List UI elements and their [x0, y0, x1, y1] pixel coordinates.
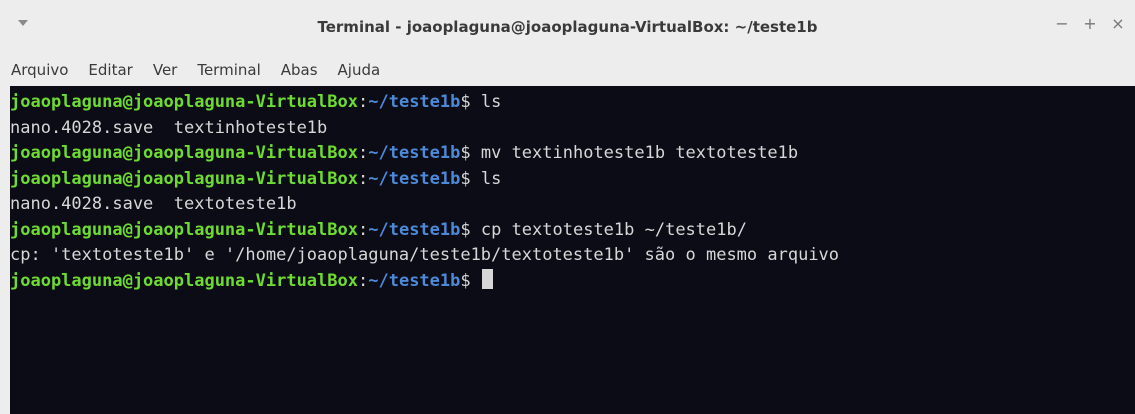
prompt-symbol: $	[460, 219, 481, 240]
prompt-user-host: joaoplaguna@joaoplaguna-VirtualBox	[10, 270, 358, 291]
output-line: nano.4028.save textinhoteste1b	[10, 116, 1135, 142]
prompt-line: joaoplaguna@joaoplaguna-VirtualBox:~/tes…	[10, 167, 1135, 193]
menu-bar: Arquivo Editar Ver Terminal Abas Ajuda	[0, 53, 1135, 86]
output-text: nano.4028.save textinhoteste1b	[10, 117, 328, 138]
prompt-separator: :	[358, 168, 369, 189]
prompt-path: ~/teste1b	[368, 219, 461, 240]
terminal-output-area[interactable]: joaoplaguna@joaoplaguna-VirtualBox:~/tes…	[10, 86, 1135, 414]
maximize-icon[interactable]: +	[1083, 14, 1097, 33]
output-text: cp: 'textoteste1b' e '/home/joaoplaguna/…	[10, 245, 840, 265]
terminal-window: Terminal - joaoplaguna@joaoplaguna-Virtu…	[0, 0, 1135, 414]
prompt-separator: :	[358, 92, 369, 112]
prompt-line: joaoplaguna@joaoplaguna-VirtualBox:~/tes…	[10, 141, 1135, 167]
prompt-line: joaoplaguna@joaoplaguna-VirtualBox:~/tes…	[10, 90, 1135, 116]
prompt-user-host: joaoplaguna@joaoplaguna-VirtualBox	[10, 168, 358, 189]
menu-terminal[interactable]: Terminal	[197, 61, 260, 79]
menu-editar[interactable]: Editar	[88, 61, 132, 79]
minimize-icon[interactable]: −	[1055, 14, 1069, 33]
window-controls: − + ×	[1055, 14, 1125, 33]
prompt-line: joaoplaguna@joaoplaguna-VirtualBox:~/tes…	[10, 218, 1135, 244]
title-bar[interactable]: Terminal - joaoplaguna@joaoplaguna-Virtu…	[0, 0, 1135, 53]
prompt-path: ~/teste1b	[368, 168, 461, 189]
prompt-path: ~/teste1b	[368, 92, 461, 112]
prompt-user-host: joaoplaguna@joaoplaguna-VirtualBox	[10, 143, 358, 163]
menu-abas[interactable]: Abas	[281, 61, 318, 79]
prompt-user-host: joaoplaguna@joaoplaguna-VirtualBox	[10, 219, 358, 240]
close-icon[interactable]: ×	[1111, 14, 1125, 33]
prompt-separator: :	[358, 270, 369, 291]
output-line: cp: 'textoteste1b' e '/home/joaoplaguna/…	[10, 243, 1135, 269]
menu-ajuda[interactable]: Ajuda	[338, 61, 381, 79]
prompt-symbol: $	[460, 168, 481, 189]
prompt-symbol: $	[460, 143, 481, 163]
prompt-path: ~/teste1b	[368, 270, 461, 291]
menu-ver[interactable]: Ver	[153, 61, 178, 79]
menu-arquivo[interactable]: Arquivo	[11, 61, 68, 79]
prompt-line: joaoplaguna@joaoplaguna-VirtualBox:~/tes…	[10, 268, 1135, 295]
prompt-symbol: $	[460, 270, 481, 291]
output-line: nano.4028.save textoteste1b	[10, 192, 1135, 218]
prompt-separator: :	[358, 219, 369, 240]
output-text: nano.4028.save textoteste1b	[10, 194, 297, 214]
command-text: ls	[480, 92, 502, 112]
prompt-symbol: $	[460, 92, 481, 112]
prompt-user-host: joaoplaguna@joaoplaguna-VirtualBox	[10, 92, 358, 112]
text-cursor	[481, 268, 493, 289]
command-text: mv textinhoteste1b textoteste1b	[480, 143, 799, 163]
window-title: Terminal - joaoplaguna@joaoplaguna-Virtu…	[317, 18, 818, 36]
prompt-path: ~/teste1b	[368, 143, 461, 163]
command-text: ls	[480, 168, 502, 189]
prompt-separator: :	[358, 143, 369, 163]
command-text: cp textoteste1b ~/teste1b/	[480, 219, 747, 240]
